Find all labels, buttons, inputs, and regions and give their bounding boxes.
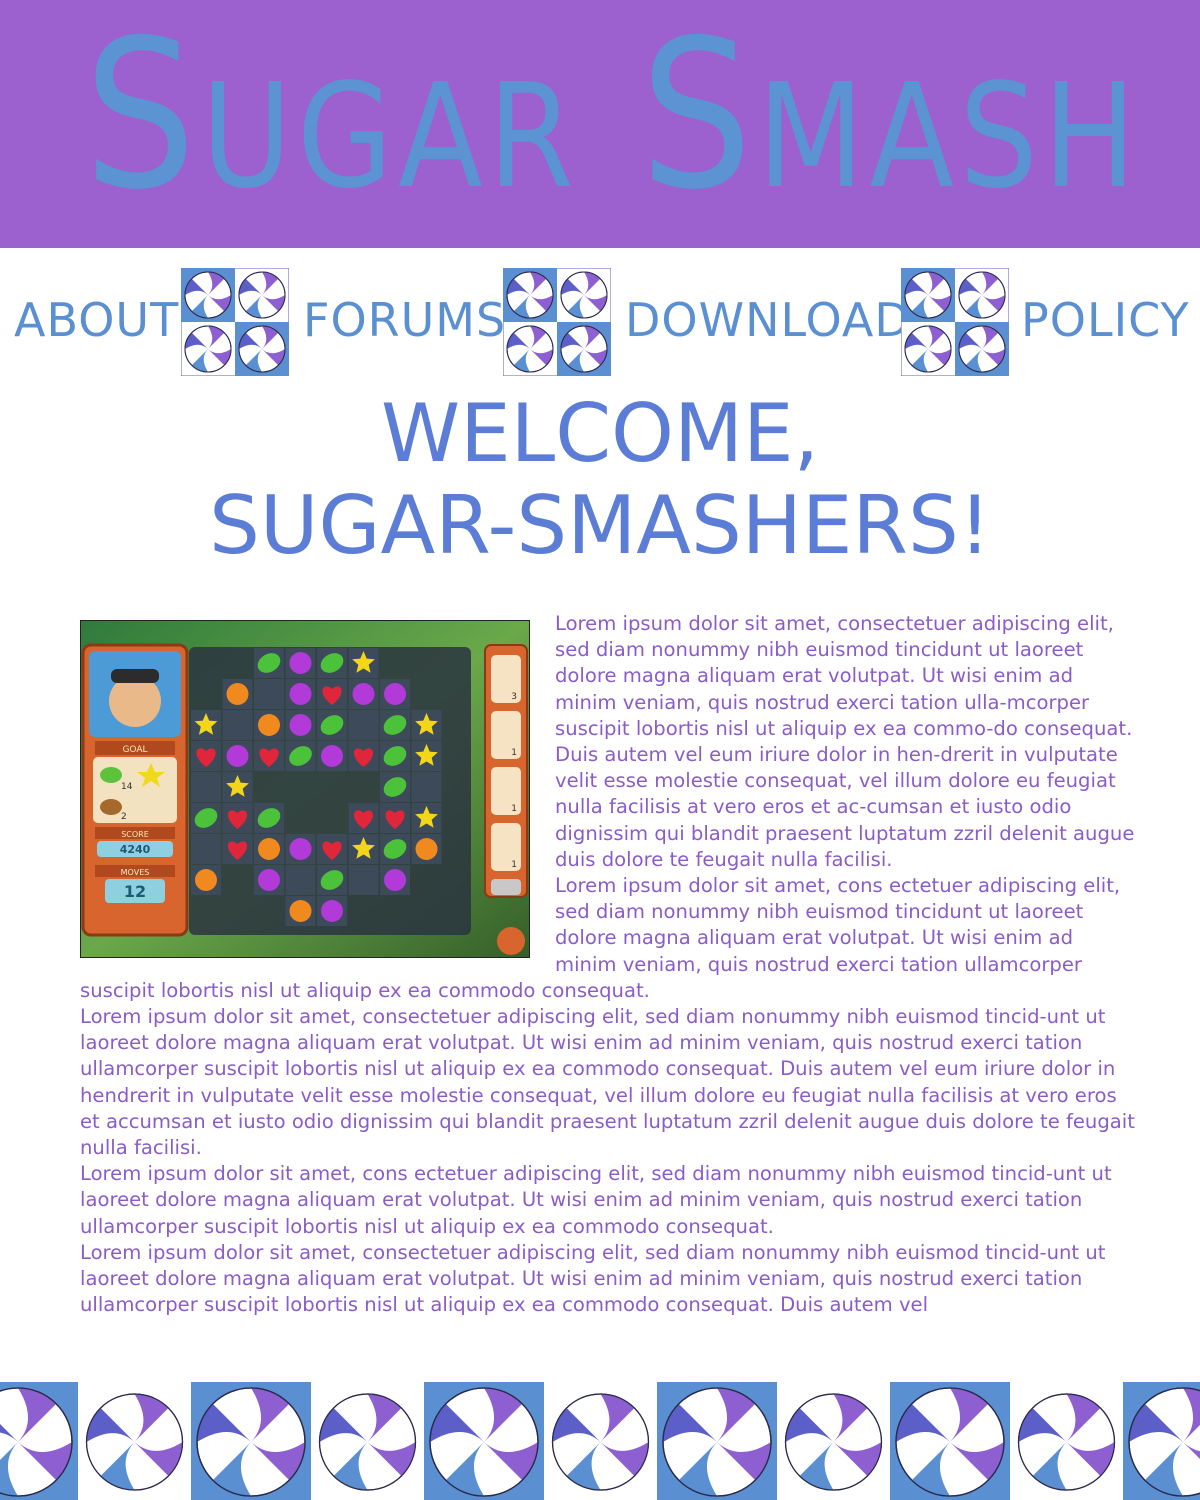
game-moves-value: 12 [124,882,146,901]
game-score-value: 4240 [120,843,151,856]
board-cell [411,772,442,802]
peppermint-candy [958,271,1006,319]
nav-policy-link[interactable]: POLICY [1021,290,1190,350]
peppermint-candy-tile-icon [181,268,289,376]
main-nav: ABOUT FORUMS DOWNLOAD POLICY [0,268,1200,376]
flower-candy-icon[interactable] [258,838,280,860]
peppermint-candy-tile-icon [901,268,1009,376]
site-banner: Sugar Smash [0,0,1200,248]
board-cell [191,772,221,802]
orb-candy-icon[interactable] [289,838,312,860]
orb-candy-icon[interactable] [321,745,343,767]
peppermint-candy [506,325,554,373]
orb-candy-icon[interactable] [226,745,249,767]
booster-count: 1 [511,748,517,758]
peppermint-candy [184,271,232,319]
peppermint-candy [184,325,232,373]
peppermint-candy [238,325,286,373]
orb-candy-icon[interactable] [321,900,343,922]
game-score-label: SCORE [121,830,149,839]
body-paragraph-4: Lorem ipsum dolor sit amet, cons ectetue… [80,1162,1112,1238]
game-goal-nut-count: 2 [121,812,127,822]
game-goal-label: GOAL [122,745,147,755]
peppermint-candy [958,325,1006,373]
orb-candy-icon[interactable] [384,869,406,891]
site-title: Sugar Smash [84,0,1142,235]
flower-candy-icon[interactable] [289,900,312,922]
board-cell [254,679,284,709]
orb-candy-icon[interactable] [289,652,312,674]
welcome-line-2: SUGAR-SMASHERS! [209,479,991,572]
orb-candy-icon[interactable] [289,714,312,736]
peppermint-candy [904,271,952,319]
board-cell [285,865,316,895]
peppermint-candy [1017,1393,1116,1491]
peppermint-candy [560,325,608,373]
game-screenshot: GOAL 14 2 SCORE 4240 MOVES 12 3 1 1 1 [80,620,530,958]
board-cell [348,710,379,740]
board-cell [222,710,253,740]
flower-candy-icon[interactable] [415,838,438,860]
peppermint-candy [196,1387,306,1497]
board-cell [348,865,379,895]
peppermint-candy-tile-icon [503,268,611,376]
flower-candy-icon[interactable] [258,714,280,736]
booster-count: 3 [511,692,517,702]
leaf-candy-icon [100,767,122,783]
peppermint-candy [85,1393,184,1491]
flower-candy-icon[interactable] [226,683,249,705]
orb-candy-icon[interactable] [384,683,406,705]
game-moves-label: MOVES [121,868,150,877]
body-paragraph-5: Lorem ipsum dolor sit amet, consectetuer… [80,1240,1106,1317]
peppermint-candy [429,1387,539,1497]
main-content: GOAL 14 2 SCORE 4240 MOVES 12 3 1 1 1 Lorem… [80,611,1135,1318]
peppermint-candy [551,1393,650,1491]
booster-list: 3 1 1 1 [491,655,521,895]
flower-candy-icon[interactable] [195,869,217,891]
peppermint-candy [506,271,554,319]
booster-count: 1 [511,860,517,870]
peppermint-candy [904,325,952,373]
welcome-line-1: WELCOME, [380,387,820,480]
nav-download-link[interactable]: DOWNLOAD [625,290,911,350]
lock-icon [491,879,521,895]
welcome-heading: WELCOME, SUGAR-SMASHERS! [0,388,1200,572]
peppermint-candy-border-icon [0,1382,1200,1500]
nav-about-link[interactable]: ABOUT [14,290,179,350]
orb-candy-icon[interactable] [352,683,375,705]
orb-candy-icon[interactable] [289,683,312,705]
nut-candy-icon [100,799,122,815]
peppermint-candy [560,271,608,319]
board-cell [191,834,221,864]
booster-count: 1 [511,804,517,814]
orb-candy-icon[interactable] [258,869,280,891]
peppermint-candy [318,1393,417,1491]
nav-forums-link[interactable]: FORUMS [303,290,506,350]
peppermint-candy [662,1387,772,1497]
game-goal-leaf-count: 14 [121,782,133,792]
settings-gear-icon[interactable] [497,927,525,955]
peppermint-candy [784,1393,883,1491]
peppermint-candy [238,271,286,319]
body-paragraph-3: Lorem ipsum dolor sit amet, consectetuer… [80,1005,1135,1160]
peppermint-candy [895,1387,1005,1497]
